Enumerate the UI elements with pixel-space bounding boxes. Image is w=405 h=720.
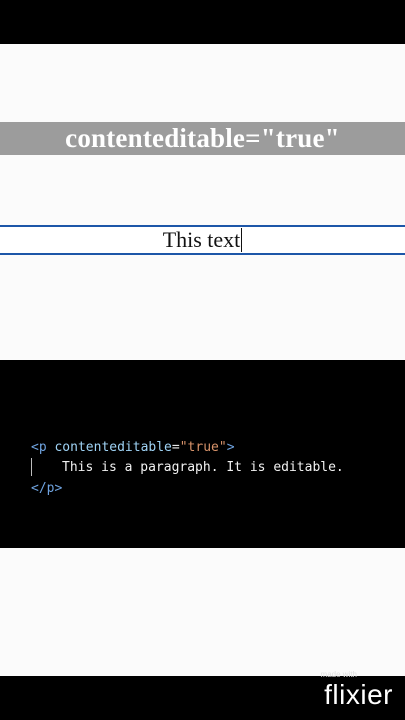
code-cursor: [31, 458, 32, 476]
top-letterbox: [0, 0, 405, 44]
tag-open: <p: [31, 440, 47, 455]
made-with-label: made with: [320, 670, 357, 679]
text-caret: [241, 228, 243, 252]
code-line-content: This is a paragraph. It is editable.: [62, 460, 344, 475]
attr-equals: =: [171, 440, 180, 455]
bottom-panel: [0, 548, 405, 676]
tag-open-end: >: [226, 440, 235, 455]
editable-paragraph[interactable]: This text: [0, 225, 405, 255]
demo-title: contenteditable="true": [0, 122, 405, 155]
demo-panel: contenteditable="true" This text: [0, 44, 405, 360]
code-panel: <p contenteditable="true"> This is a par…: [0, 360, 405, 548]
attr-value: "true": [179, 440, 227, 455]
code-line-close-tag: </p>: [31, 481, 63, 496]
attr-name: contenteditable: [54, 440, 172, 455]
code-line-open-tag: <p contenteditable="true">: [31, 440, 235, 455]
flixier-logo: flixier: [324, 679, 393, 710]
editable-text: This text: [162, 227, 241, 252]
